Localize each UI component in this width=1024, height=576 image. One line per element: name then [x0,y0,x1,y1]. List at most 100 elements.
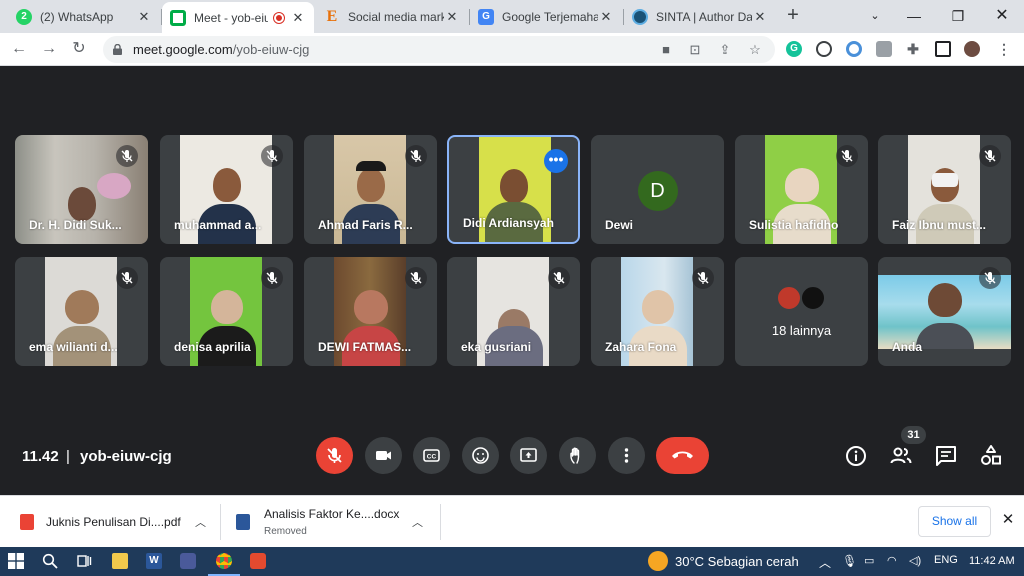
show-hidden-icons-icon[interactable]: ︿ [819,554,831,571]
camera-permission-icon[interactable]: ■ [658,42,674,58]
tab-whatsapp[interactable]: 2 (2) WhatsApp ✕ [8,2,160,31]
extensions-puzzle-icon[interactable]: ✚ [905,41,921,57]
recording-indicator-icon [274,12,284,23]
participant-name: ema wilianti d... [29,340,118,354]
weather-widget[interactable]: 30°C Sebagian cerah [675,554,799,569]
activities-icon[interactable] [979,444,1003,468]
chevron-up-icon[interactable]: ︿ [195,514,206,530]
forward-icon[interactable]: → [38,38,60,60]
profile-avatar[interactable] [964,41,980,57]
wifi-icon[interactable]: ◠ [887,554,897,567]
more-options-icon[interactable]: ••• [544,149,568,173]
participant-tile[interactable]: Ahmad Faris R... [304,135,437,244]
participant-tile[interactable]: Faiz Ibnu must... [878,135,1011,244]
back-icon[interactable]: ← [8,38,30,60]
download-item[interactable]: Analisis Faktor Ke....docx Removed ︿ [236,496,436,548]
participant-name: denisa aprilia [174,340,251,354]
show-all-downloads-button[interactable]: Show all [918,506,991,537]
tab-google-meet[interactable]: Meet - yob-eiuw ✕ [162,2,314,33]
teams-app-icon[interactable] [180,553,196,569]
participant-tile-active-speaker[interactable]: Didi Ardiansyah ••• [447,135,580,244]
url-text: meet.google.com/yob-eiuw-cjg [133,42,309,57]
close-window-button[interactable]: ✕ [982,4,1022,28]
chat-icon[interactable] [934,444,958,468]
tab-google-translate[interactable]: G Google Terjemahan ✕ [470,2,622,31]
microphone-tray-icon[interactable]: 🎙 [842,554,857,568]
close-tab-icon[interactable]: ✕ [752,9,768,25]
download-separator [440,504,441,540]
info-icon[interactable] [844,444,868,468]
participant-tile[interactable]: D Dewi [591,135,724,244]
pdf-app-icon[interactable] [250,553,266,569]
reload-icon[interactable]: ↻ [68,38,90,60]
more-options-button[interactable] [608,437,645,474]
participant-face [356,167,385,202]
participant-tile[interactable]: ema wilianti d... [15,257,148,366]
tab-search-icon[interactable]: ⌄ [855,4,895,28]
search-icon[interactable] [42,553,58,569]
close-tab-icon[interactable]: ✕ [444,9,460,25]
participant-tile[interactable]: Sulistia hafidho [735,135,868,244]
chrome-menu-icon[interactable]: ⋮ [996,41,1012,57]
face-mask [932,173,958,187]
side-panel-icon[interactable] [935,41,951,57]
toggle-camera-button[interactable] [365,437,402,474]
participant-tile[interactable]: denisa aprilia [160,257,293,366]
translate-page-icon[interactable]: ⊡ [687,42,703,58]
grammarly-icon[interactable]: G [786,41,802,57]
downloads-bar: Juknis Penulisan Di....pdf ︿ Analisis Fa… [0,495,1024,547]
participant-tile[interactable]: DEWI FATMAS... [304,257,437,366]
raise-hand-button[interactable] [559,437,596,474]
address-bar[interactable]: meet.google.com/yob-eiuw-cjg ■ ⊡ ⇪ ☆ [103,36,775,63]
tab-title: Social media mark [348,9,444,24]
close-tab-icon[interactable]: ✕ [290,10,306,26]
lock-icon [113,44,122,55]
raise-hand-icon [570,447,580,464]
participant-tile[interactable]: Zahara Fona [591,257,724,366]
word-app-icon[interactable]: W [146,553,162,569]
captions-button[interactable]: CC [413,437,450,474]
present-now-button[interactable] [510,437,547,474]
more-participants-tile[interactable]: 18 lainnya [735,257,868,366]
volume-icon[interactable]: ◁) [909,554,921,567]
extension-image-icon[interactable] [876,41,892,57]
minimize-button[interactable]: — [894,4,934,28]
extension-circle-icon[interactable] [846,41,862,57]
share-icon[interactable]: ⇪ [717,42,733,58]
participant-tile[interactable]: Dr. H. Didi Suk... [15,135,148,244]
pdf-file-icon [20,514,34,530]
close-tab-icon[interactable]: ✕ [598,9,614,25]
tab-social-media[interactable]: E Social media mark ✕ [316,2,468,31]
chevron-up-icon[interactable]: ︿ [412,514,423,530]
windows-start-icon[interactable] [8,553,24,569]
taskbar-clock[interactable]: 11:42 AM [969,555,1015,567]
mic-off-icon [116,145,138,167]
tab-title: (2) WhatsApp [40,9,114,24]
participant-tile[interactable]: muhammad a... [160,135,293,244]
restore-button[interactable]: ❐ [938,4,978,28]
participant-name: Dewi [605,218,634,232]
chrome-app-icon[interactable] [216,553,232,569]
battery-icon[interactable]: ▭ [864,554,874,567]
url-domain: meet.google.com [133,42,233,57]
leave-call-button[interactable] [656,437,709,474]
self-view-tile[interactable]: Anda [878,257,1011,366]
task-view-icon[interactable] [76,553,92,569]
download-filename: Juknis Penulisan Di....pdf [46,515,181,529]
download-item[interactable]: Juknis Penulisan Di....pdf ︿ [20,496,215,548]
close-tab-icon[interactable]: ✕ [136,9,152,25]
file-explorer-icon[interactable] [112,553,128,569]
reactions-button[interactable] [462,437,499,474]
close-downloads-bar-icon[interactable]: ✕ [1000,512,1016,528]
new-tab-button[interactable]: + [781,4,805,28]
input-language[interactable]: ENG [934,554,958,566]
extension-gauge-icon[interactable] [816,41,832,57]
people-icon[interactable] [889,444,913,468]
toggle-mic-button[interactable] [316,437,353,474]
flower-decoration [97,173,131,199]
participant-face [210,289,243,324]
participant-tile[interactable]: eka gusriani [447,257,580,366]
participant-name: Sulistia hafidho [749,218,839,232]
tab-sinta[interactable]: SINTA | Author Da ✕ [624,2,776,31]
bookmark-star-icon[interactable]: ☆ [747,42,763,58]
